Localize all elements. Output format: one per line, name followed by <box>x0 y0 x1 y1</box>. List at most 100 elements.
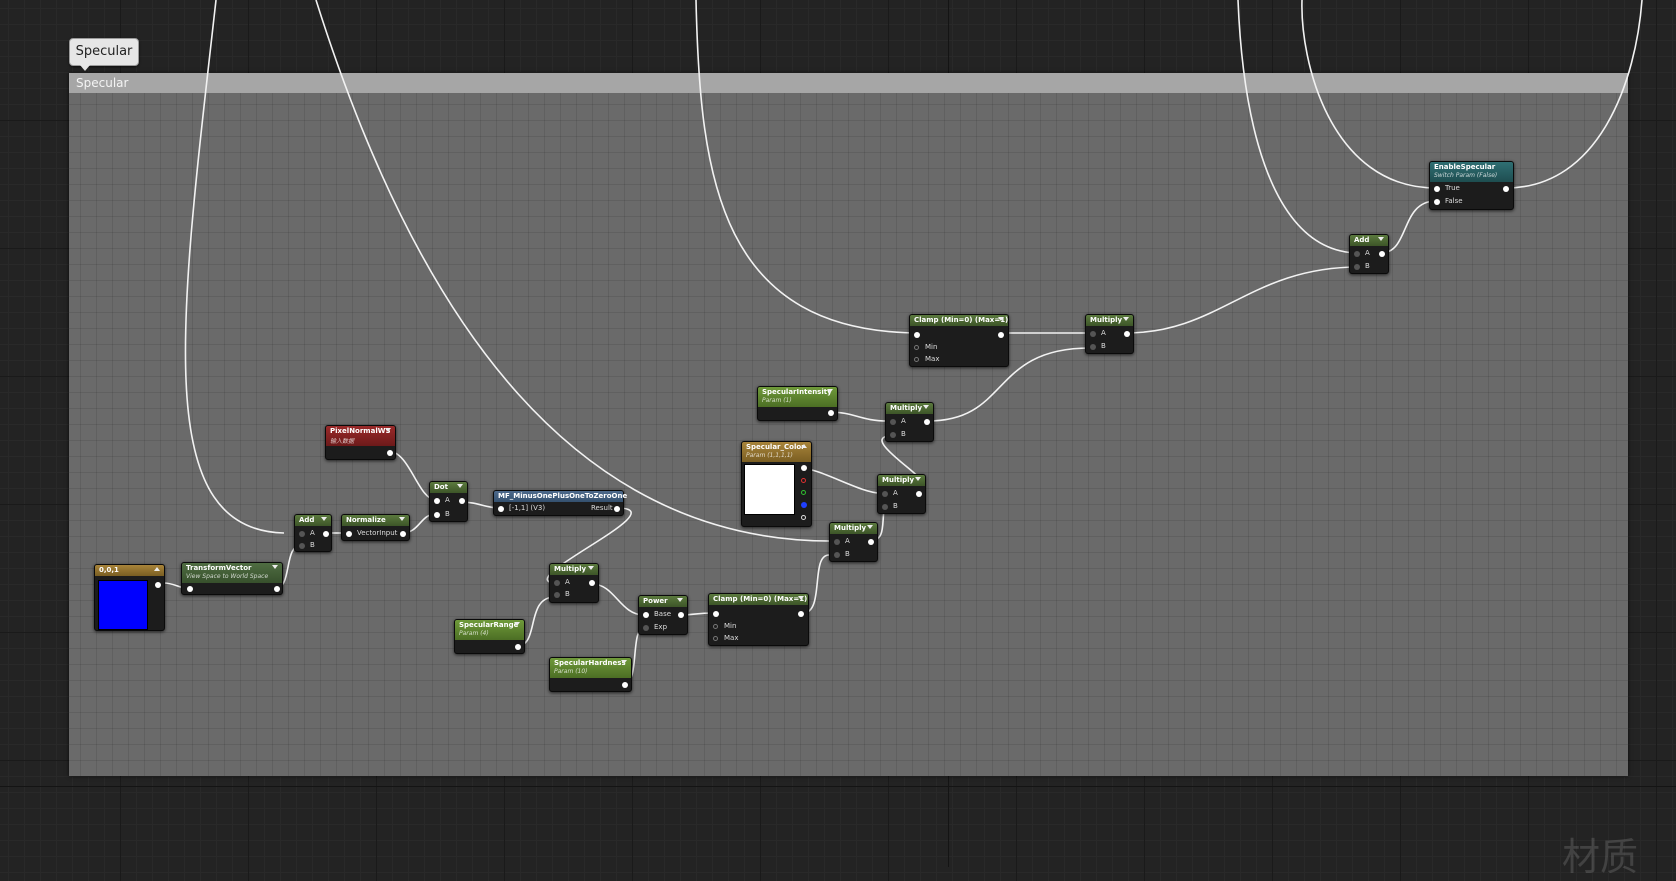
input-pin-base[interactable] <box>643 612 649 618</box>
node-header[interactable]: Multiply <box>1086 315 1133 326</box>
node-header[interactable]: Add <box>295 515 331 526</box>
collapse-arrow-icon[interactable] <box>998 317 1004 321</box>
node-header[interactable]: Multiply <box>830 523 877 534</box>
output-pin[interactable] <box>614 506 620 512</box>
multiply-node[interactable]: Multiply A B <box>829 522 878 562</box>
collapse-arrow-icon[interactable] <box>457 484 463 488</box>
input-pin[interactable] <box>346 531 352 537</box>
node-header[interactable]: Multiply <box>886 403 933 414</box>
collapse-arrow-icon[interactable] <box>801 444 807 448</box>
output-pin[interactable] <box>1379 251 1385 257</box>
input-pin-exp[interactable] <box>643 625 649 631</box>
transform-vector-node[interactable]: TransformVector View Space to World Space <box>181 562 283 595</box>
material-function-node[interactable]: MF_MinusOnePlusOneToZeroOne [-1,1] (V3) … <box>493 490 627 516</box>
input-pin[interactable] <box>914 332 920 338</box>
collapse-arrow-icon[interactable] <box>827 389 833 393</box>
specular-color-param-node[interactable]: Specular_Color Param (1,1,1,1) <box>741 441 812 527</box>
input-pin-a[interactable] <box>1090 331 1096 337</box>
input-pin-a[interactable] <box>299 531 305 537</box>
input-pin-b[interactable] <box>434 512 440 518</box>
input-pin[interactable] <box>187 586 193 592</box>
input-pin[interactable] <box>498 506 504 512</box>
node-header[interactable]: Specular_Color Param (1,1,1,1) <box>742 442 811 462</box>
collapse-arrow-icon[interactable] <box>321 517 327 521</box>
multiply-node[interactable]: Multiply A B <box>877 474 926 514</box>
collapse-arrow-icon[interactable] <box>514 622 520 626</box>
input-pin-min[interactable] <box>914 345 919 350</box>
input-pin-a[interactable] <box>882 491 888 497</box>
output-pin[interactable] <box>998 332 1004 338</box>
node-header[interactable]: Normalize <box>342 515 409 526</box>
specular-intensity-param-node[interactable]: SpecularIntensity Param (1) <box>757 386 838 421</box>
output-pin[interactable] <box>155 582 161 588</box>
output-pin[interactable] <box>1503 186 1509 192</box>
node-header[interactable]: SpecularIntensity Param (1) <box>758 387 837 407</box>
input-pin[interactable] <box>713 611 719 617</box>
add-node[interactable]: Add A B <box>294 514 332 552</box>
node-header[interactable]: Clamp (Min=0) (Max=1) <box>910 315 1008 326</box>
input-pin-b[interactable] <box>299 543 305 549</box>
node-header[interactable]: PixelNormalWS 输入数据 <box>326 426 395 446</box>
multiply-node[interactable]: Multiply A B <box>885 402 934 442</box>
output-pin[interactable] <box>323 531 329 537</box>
input-pin-b[interactable] <box>554 592 560 598</box>
input-pin-a[interactable] <box>1354 251 1360 257</box>
input-pin-max[interactable] <box>914 357 919 362</box>
node-header[interactable]: 0,0,1 <box>95 565 164 576</box>
node-header[interactable]: Multiply <box>878 475 925 486</box>
collapse-arrow-icon[interactable] <box>798 596 804 600</box>
input-pin-true[interactable] <box>1434 186 1440 192</box>
collapse-arrow-icon[interactable] <box>154 567 160 571</box>
specular-range-param-node[interactable]: SpecularRange Param (4) <box>454 619 525 654</box>
output-pin[interactable] <box>798 611 804 617</box>
input-pin-max[interactable] <box>713 636 718 641</box>
pixel-normal-ws-node[interactable]: PixelNormalWS 输入数据 <box>325 425 396 460</box>
specular-hardness-param-node[interactable]: SpecularHardness Param (10) <box>549 657 632 692</box>
node-header[interactable]: Clamp (Min=0) (Max=1) <box>709 594 808 605</box>
clamp-node[interactable]: Clamp (Min=0) (Max=1) Min Max <box>708 593 809 646</box>
collapse-arrow-icon[interactable] <box>1378 237 1384 241</box>
node-header[interactable]: SpecularHardness Param (10) <box>550 658 631 678</box>
collapse-arrow-icon[interactable] <box>272 565 278 569</box>
node-header[interactable]: Multiply <box>550 564 598 575</box>
node-header[interactable]: TransformVector View Space to World Space <box>182 563 282 583</box>
input-pin-b[interactable] <box>1354 264 1360 270</box>
input-pin-a[interactable] <box>834 539 840 545</box>
output-pin-g[interactable] <box>801 490 806 495</box>
constant-vector-node[interactable]: 0,0,1 <box>94 564 165 631</box>
node-header[interactable]: SpecularRange Param (4) <box>455 620 524 640</box>
input-pin-a[interactable] <box>554 580 560 586</box>
clamp-node[interactable]: Clamp (Min=0) (Max=1) Min Max <box>909 314 1009 367</box>
node-header[interactable]: Dot <box>430 482 467 493</box>
multiply-node[interactable]: Multiply A B <box>549 563 599 603</box>
power-node[interactable]: Power Base Exp <box>638 595 688 635</box>
output-pin-rgb[interactable] <box>801 465 807 471</box>
output-pin[interactable] <box>916 491 922 497</box>
output-pin[interactable] <box>622 682 628 688</box>
output-pin-a[interactable] <box>801 515 806 520</box>
input-pin-a[interactable] <box>890 419 896 425</box>
collapse-arrow-icon[interactable] <box>867 525 873 529</box>
collapse-arrow-icon[interactable] <box>677 598 683 602</box>
input-pin-false[interactable] <box>1434 199 1440 205</box>
output-pin[interactable] <box>515 644 521 650</box>
collapse-arrow-icon[interactable] <box>399 517 405 521</box>
output-pin[interactable] <box>387 450 393 456</box>
node-header[interactable]: Power <box>639 596 687 607</box>
enable-specular-switch-node[interactable]: EnableSpecular Switch Param (False) True … <box>1429 161 1514 210</box>
dot-node[interactable]: Dot A B <box>429 481 468 522</box>
input-pin-a[interactable] <box>434 498 440 504</box>
output-pin[interactable] <box>868 539 874 545</box>
normalize-node[interactable]: Normalize VectorInput <box>341 514 410 541</box>
collapse-arrow-icon[interactable] <box>588 566 594 570</box>
node-header[interactable]: Add <box>1350 235 1388 246</box>
input-pin-b[interactable] <box>1090 344 1096 350</box>
output-pin[interactable] <box>589 580 595 586</box>
node-header[interactable]: EnableSpecular Switch Param (False) <box>1430 162 1513 182</box>
output-pin[interactable] <box>828 410 834 416</box>
output-pin[interactable] <box>678 612 684 618</box>
output-pin-b[interactable] <box>801 502 807 508</box>
collapse-arrow-icon[interactable] <box>1123 317 1129 321</box>
output-pin[interactable] <box>924 419 930 425</box>
input-pin-min[interactable] <box>713 624 718 629</box>
